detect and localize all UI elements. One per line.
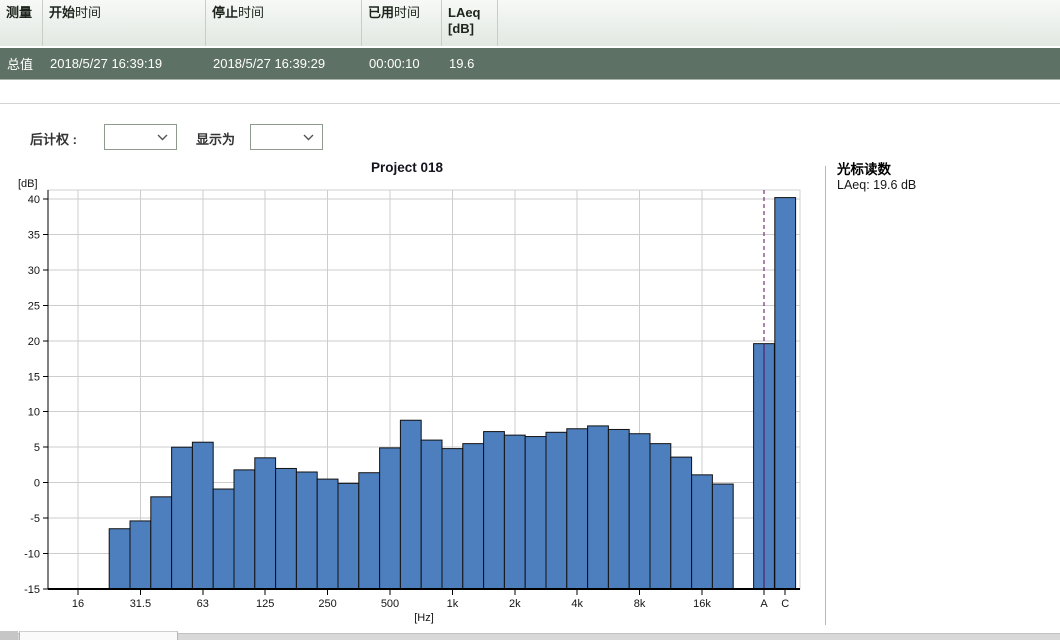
svg-text:16: 16	[72, 598, 84, 610]
chevron-down-icon	[157, 130, 168, 144]
svg-text:63: 63	[197, 598, 209, 610]
col-header-measurement: 测量	[0, 0, 43, 46]
col-header-elapsed-time: 已用时间	[362, 0, 442, 46]
svg-text:[dB]: [dB]	[18, 178, 38, 190]
svg-text:A: A	[760, 598, 768, 610]
col-header-laeq: LAeq[dB]	[442, 0, 498, 46]
cursor-readout-title: 光标读数	[837, 158, 891, 178]
svg-text:500: 500	[381, 598, 399, 610]
cursor-readout-value: LAeq: 19.6 dB	[837, 178, 916, 192]
display-as-label: 显示为	[196, 129, 235, 148]
svg-text:C: C	[781, 598, 789, 610]
svg-text:1k: 1k	[447, 598, 459, 610]
table-row-total[interactable]: 总值 2018/5/27 16:39:19 2018/5/27 16:39:29…	[0, 48, 1060, 80]
bottom-tab-stub	[0, 631, 18, 640]
svg-text:20: 20	[28, 336, 40, 348]
svg-text:[Hz]: [Hz]	[414, 612, 434, 624]
svg-text:30: 30	[28, 265, 40, 277]
horizontal-divider	[0, 103, 1060, 104]
spectrum-chart[interactable]: 40 35 30 25 20 15 10 5 0 -5 -10 -15 16 31.5 63 125 250 50…	[0, 155, 830, 632]
svg-text:4k: 4k	[571, 598, 583, 610]
svg-text:16k: 16k	[693, 598, 711, 610]
panel-separator	[825, 166, 826, 625]
svg-text:35: 35	[28, 229, 40, 241]
svg-text:25: 25	[28, 300, 40, 312]
elapsed-time-value: 00:00:10	[362, 56, 442, 71]
display-as-dropdown[interactable]	[250, 124, 323, 150]
post-weighting-dropdown[interactable]	[104, 124, 177, 150]
svg-text:8k: 8k	[634, 598, 646, 610]
laeq-value: 19.6	[442, 56, 498, 71]
svg-text:2k: 2k	[509, 598, 521, 610]
svg-text:15: 15	[28, 371, 40, 383]
svg-text:40: 40	[28, 194, 40, 206]
svg-text:-5: -5	[30, 513, 40, 525]
svg-text:-15: -15	[24, 584, 40, 596]
svg-text:5: 5	[34, 442, 40, 454]
measurement-table-header: 测量 开始时间 停止时间 已用时间 LAeq[dB]	[0, 0, 1060, 48]
post-weighting-label: 后计权 :	[30, 129, 77, 148]
col-header-stop-time: 停止时间	[206, 0, 362, 46]
col-header-spacer	[498, 0, 1060, 46]
total-label: 总值	[0, 54, 43, 73]
svg-text:250: 250	[318, 598, 336, 610]
bottom-active-tab[interactable]	[19, 631, 178, 640]
col-header-start-time: 开始时间	[43, 0, 206, 46]
svg-text:31.5: 31.5	[130, 598, 151, 610]
svg-text:0: 0	[34, 478, 40, 490]
svg-text:-10: -10	[24, 549, 40, 561]
chevron-down-icon	[303, 130, 314, 144]
svg-text:10: 10	[28, 407, 40, 419]
stop-time-value: 2018/5/27 16:39:29	[206, 56, 362, 71]
start-time-value: 2018/5/27 16:39:19	[43, 56, 206, 71]
svg-text:125: 125	[256, 598, 274, 610]
